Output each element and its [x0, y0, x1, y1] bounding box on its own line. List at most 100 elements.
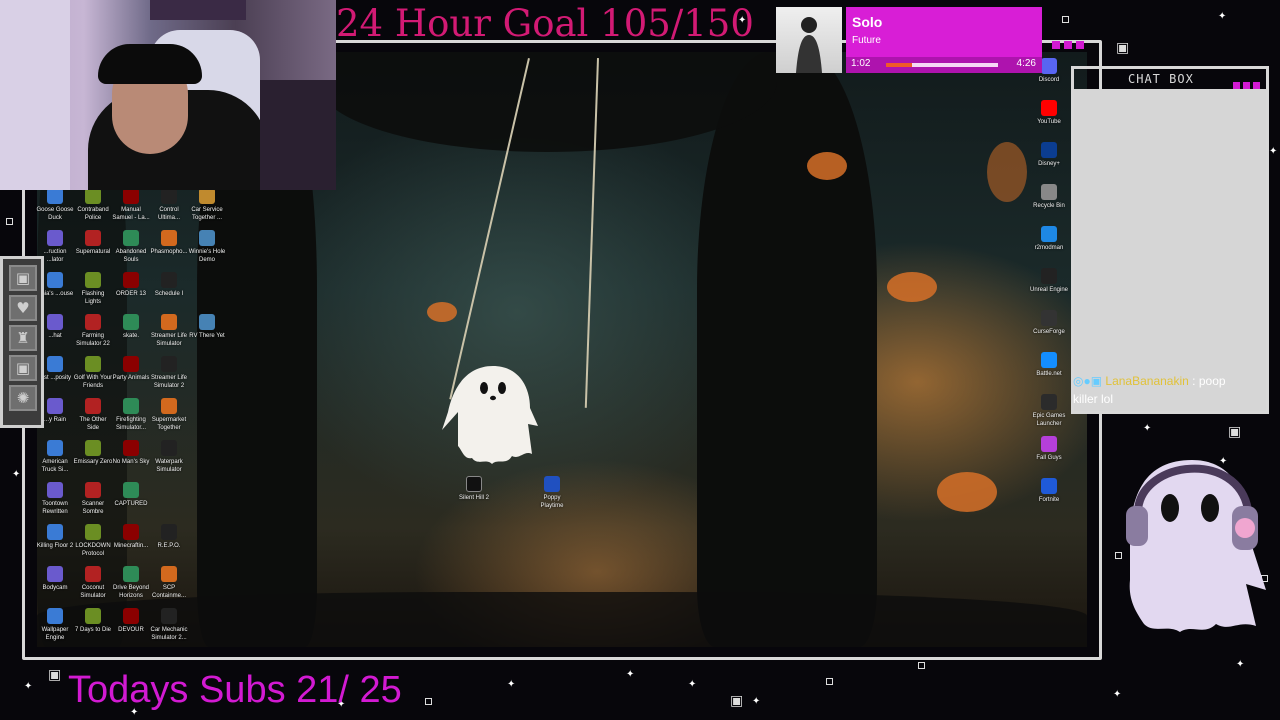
desktop-icon[interactable]: DEVOUR — [111, 608, 151, 656]
desktop-icon[interactable]: Fortnite — [1029, 478, 1069, 526]
desktop-icon[interactable]: Supernatural — [73, 230, 113, 278]
square-ornament — [6, 218, 13, 225]
desktop-icon[interactable]: RV There Yet — [187, 314, 227, 362]
album-art — [776, 7, 842, 73]
desktop-icon[interactable]: Fall Guys — [1029, 436, 1069, 484]
game-icon — [85, 314, 101, 330]
desktop-icon[interactable]: Coconut Simulator — [73, 566, 113, 614]
desktop-icon[interactable]: Disney+ — [1029, 142, 1069, 190]
desktop-icon[interactable]: skate. — [111, 314, 151, 362]
desktop-icon[interactable]: Golf With Your Friends — [73, 356, 113, 404]
app-icon — [1041, 478, 1057, 494]
game-icon — [199, 230, 215, 246]
leaf-cluster — [807, 152, 847, 180]
desktop-icon[interactable]: YouTube — [1029, 100, 1069, 148]
app-icon — [1041, 226, 1057, 242]
desktop-icon[interactable]: Flashing Lights — [73, 272, 113, 320]
app-icon — [1041, 352, 1057, 368]
star-icon: ✦ — [1113, 689, 1122, 700]
desktop-icon[interactable]: Waterpark Simulator — [149, 440, 189, 488]
desktop-icon[interactable]: Winnie's Hole Demo — [187, 230, 227, 278]
desktop-icon[interactable]: Killing Floor 2 — [35, 524, 75, 572]
desktop-icon[interactable]: Battle.net — [1029, 352, 1069, 400]
game-icon — [466, 476, 482, 492]
chat-messages — [1074, 89, 1266, 411]
desktop-icon[interactable]: 7 Days to Die — [73, 608, 113, 656]
desktop-icon[interactable]: R.E.P.O. — [149, 524, 189, 572]
desktop-icon[interactable]: Contraband Police — [73, 188, 113, 236]
game-icon — [123, 272, 139, 288]
desktop-icon[interactable]: Car Service Together ... — [187, 188, 227, 236]
desktop-icon[interactable]: Schedule I — [149, 272, 189, 320]
desktop-icon[interactable]: No Man's Sky — [111, 440, 151, 488]
desktop-icon[interactable]: Drive Beyond Horizons — [111, 566, 151, 614]
desktop-icon[interactable]: Control Ultima... — [149, 188, 189, 236]
desktop-icon[interactable]: CAPTURED — [111, 482, 151, 530]
game-icon — [85, 566, 101, 582]
poster — [150, 0, 246, 20]
desktop-icon[interactable]: CurseForge — [1029, 310, 1069, 358]
desktop-icon[interactable]: Supermarket Together — [149, 398, 189, 446]
game-icon — [123, 314, 139, 330]
ghost-icon: ▣ — [1116, 40, 1130, 56]
game-icon — [161, 566, 177, 582]
game-icon — [47, 566, 63, 582]
desktop-icon[interactable]: Party Animals — [111, 356, 151, 404]
game-icon — [123, 398, 139, 414]
game-icon — [47, 272, 63, 288]
desktop-icon[interactable]: ORDER 13 — [111, 272, 151, 320]
desktop-icon[interactable]: r2modman — [1029, 226, 1069, 274]
desktop-icon[interactable]: Car Mechanic Simulator 2... — [149, 608, 189, 656]
dot-icon — [1243, 82, 1250, 89]
leaf-cluster — [987, 142, 1027, 202]
desktop-icon[interactable]: Unreal Engine — [1029, 268, 1069, 316]
desktop-icon[interactable]: Minecraftin... — [111, 524, 151, 572]
game-icon — [47, 440, 63, 456]
square-ornament — [826, 678, 833, 685]
dot-icon — [1064, 41, 1072, 49]
desktop-icon-silent-hill-2[interactable]: Silent Hill 2 — [454, 476, 494, 524]
desktop-icon[interactable]: Streamer Life Simulator 2 — [149, 356, 189, 404]
desktop-icon[interactable]: The Other Side — [73, 398, 113, 446]
desktop-icon[interactable]: Abandoned Souls — [111, 230, 151, 278]
desktop-icon[interactable]: Streamer Life Simulator — [149, 314, 189, 362]
desktop-icon[interactable]: Emissary Zero — [73, 440, 113, 488]
desktop-icon[interactable]: Recycle Bin — [1029, 184, 1069, 232]
app-icon — [1041, 436, 1057, 452]
desktop-icon[interactable]: Bodycam — [35, 566, 75, 614]
desktop-icon[interactable]: LOCKDOWN Protocol — [73, 524, 113, 572]
chat-header: CHAT BOX — [1074, 69, 1266, 89]
game-icon — [123, 566, 139, 582]
app-icon — [1041, 100, 1057, 116]
app-icon — [1041, 268, 1057, 284]
game-icon — [85, 608, 101, 624]
desktop-icon[interactable]: SCP Containme... — [149, 566, 189, 614]
desktop-icon-poppy-playtime[interactable]: Poppy Playtime — [532, 476, 572, 524]
game-icon — [123, 356, 139, 372]
game-icon — [123, 524, 139, 540]
desktop-icon[interactable]: Firefighting Simulator... — [111, 398, 151, 446]
desktop-icon[interactable]: Wallpaper Engine — [35, 608, 75, 656]
desktop-icon[interactable]: Goose Goose Duck — [35, 188, 75, 236]
desktop-icon[interactable]: Farming Simulator 22 — [73, 314, 113, 362]
chat-text: poop — [1198, 374, 1226, 388]
leaf-cluster — [937, 472, 997, 512]
desktop-icon[interactable]: Scanner Sombre — [73, 482, 113, 530]
chat-title: CHAT BOX — [1128, 72, 1194, 86]
game-icon — [47, 524, 63, 540]
desktop-icon[interactable]: Epic Games Launcher — [1029, 394, 1069, 442]
track-panel: Solo Future 1:02 4:26 — [846, 7, 1042, 73]
desktop-icon[interactable]: Phasmopho... — [149, 230, 189, 278]
progress-track — [886, 63, 998, 67]
game-icon — [85, 482, 101, 498]
desktop-icon[interactable]: Toontown Rewritten — [35, 482, 75, 530]
dot-icon — [1253, 82, 1260, 89]
chat-message: ◎●▣ LanaBananakin : poop killer lol — [1073, 372, 1271, 408]
progress-fill — [886, 63, 913, 67]
desktop-icon[interactable]: Manual Samuel - La... — [111, 188, 151, 236]
app-icon — [1041, 58, 1057, 74]
star-icon: ✦ — [688, 679, 697, 690]
game-icon — [123, 230, 139, 246]
desktop-icon[interactable]: American Truck Si... — [35, 440, 75, 488]
game-icon — [199, 188, 215, 204]
